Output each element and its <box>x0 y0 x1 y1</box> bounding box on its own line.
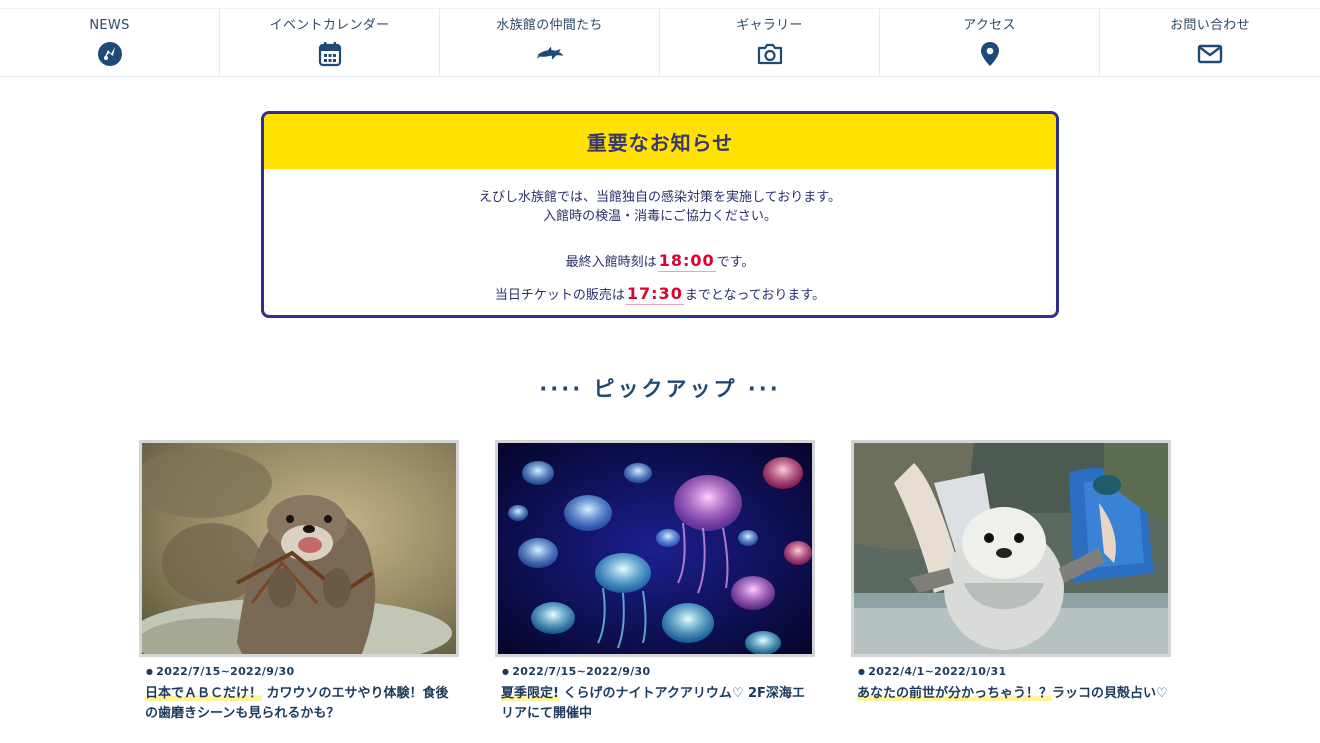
otter-eating-photo[interactable] <box>139 440 459 657</box>
nav-item-news[interactable]: NEWS <box>0 9 220 76</box>
sea-otter-photo[interactable] <box>851 440 1171 657</box>
ticket-time: 17:30 <box>625 284 684 305</box>
notice-line-check: 入館時の検温・消毒にご協力ください。 <box>543 209 777 224</box>
card-date: 2022/7/15~2022/9/30 <box>139 665 459 678</box>
important-notice: 重要なお知らせ えびし水族館では、当館独自の感染対策を実施しております。 入館時… <box>261 111 1059 318</box>
card-highlight: あなたの前世が分かっちゃう！？ <box>857 686 1053 701</box>
nav-label-event-calendar: イベントカレンダー <box>269 18 390 33</box>
last-entry-prefix: 最終入館時刻は <box>565 255 657 270</box>
map-pin-icon <box>976 40 1004 68</box>
nav-label-contact: お問い合わせ <box>1170 18 1250 33</box>
notice-title: 重要なお知らせ <box>586 131 734 155</box>
last-entry-suffix: です。 <box>716 255 755 270</box>
nav-item-event-calendar[interactable]: イベントカレンダー <box>220 9 440 76</box>
camera-icon <box>756 40 784 68</box>
nav-label-news: NEWS <box>89 18 130 33</box>
pickup-heading: ···· ピックアップ ··· <box>539 377 781 401</box>
calendar-icon <box>316 40 344 68</box>
global-nav: NEWS イベントカレンダー 水族館の仲間たち ギャラリー アクセス お問い合わ… <box>0 8 1320 77</box>
pickup-card-otter[interactable]: 2022/7/15~2022/9/30 日本でＡＢＣだけ！ カワウソのエサやり体… <box>139 440 459 724</box>
nav-item-access[interactable]: アクセス <box>880 9 1100 76</box>
ticket-prefix: 当日チケットの販売は <box>494 288 625 303</box>
nav-label-aquarium-friends: 水族館の仲間たち <box>496 18 603 33</box>
pickup-card-sea-otter[interactable]: 2022/4/1~2022/10/31 あなたの前世が分かっちゃう！？ラッコの貝… <box>851 440 1171 704</box>
card-title[interactable]: 日本でＡＢＣだけ！ カワウソのエサやり体験！食後の歯磨きシーンも見られるかも？ <box>139 684 457 724</box>
dolphin-icon <box>536 40 564 68</box>
notice-body: えびし水族館では、当館独自の感染対策を実施しております。 入館時の検温・消毒にご… <box>264 169 1056 312</box>
nav-item-contact[interactable]: お問い合わせ <box>1100 9 1320 76</box>
card-date: 2022/7/15~2022/9/30 <box>495 665 815 678</box>
pickup-card-jellyfish[interactable]: 2022/7/15~2022/9/30 夏季限定! くらげのナイトアクアリウム♡… <box>495 440 815 724</box>
nav-item-aquarium-friends[interactable]: 水族館の仲間たち <box>440 9 660 76</box>
card-description: ラッコの貝殻占い♡ <box>1052 686 1168 701</box>
last-entry-line: 最終入館時刻は 18:00 です。 <box>264 251 1056 279</box>
ticket-suffix: までとなっております。 <box>684 288 826 303</box>
mail-icon <box>1196 40 1224 68</box>
notice-line-infection: えびし水族館では、当館独自の感染対策を実施しております。 <box>479 190 841 205</box>
last-entry-time: 18:00 <box>657 251 716 272</box>
card-highlight: 夏季限定! <box>501 686 559 701</box>
card-title[interactable]: 夏季限定! くらげのナイトアクアリウム♡ 2F深海エリアにて開催中 <box>495 684 813 724</box>
ticket-sale-line: 当日チケットの販売は 17:30 までとなっております。 <box>264 284 1056 312</box>
nav-item-gallery[interactable]: ギャラリー <box>660 9 880 76</box>
nav-label-gallery: ギャラリー <box>736 18 803 33</box>
card-title[interactable]: あなたの前世が分かっちゃう！？ラッコの貝殻占い♡ <box>851 684 1169 704</box>
jellyfish-photo[interactable] <box>495 440 815 657</box>
nav-label-access: アクセス <box>963 18 1016 33</box>
notice-header: 重要なお知らせ <box>264 114 1056 169</box>
card-highlight: 日本でＡＢＣだけ！ <box>145 686 263 701</box>
pickup-cards: 2022/7/15~2022/9/30 日本でＡＢＣだけ！ カワウソのエサやり体… <box>139 440 1179 740</box>
card-date: 2022/4/1~2022/10/31 <box>851 665 1171 678</box>
news-icon <box>96 40 124 68</box>
